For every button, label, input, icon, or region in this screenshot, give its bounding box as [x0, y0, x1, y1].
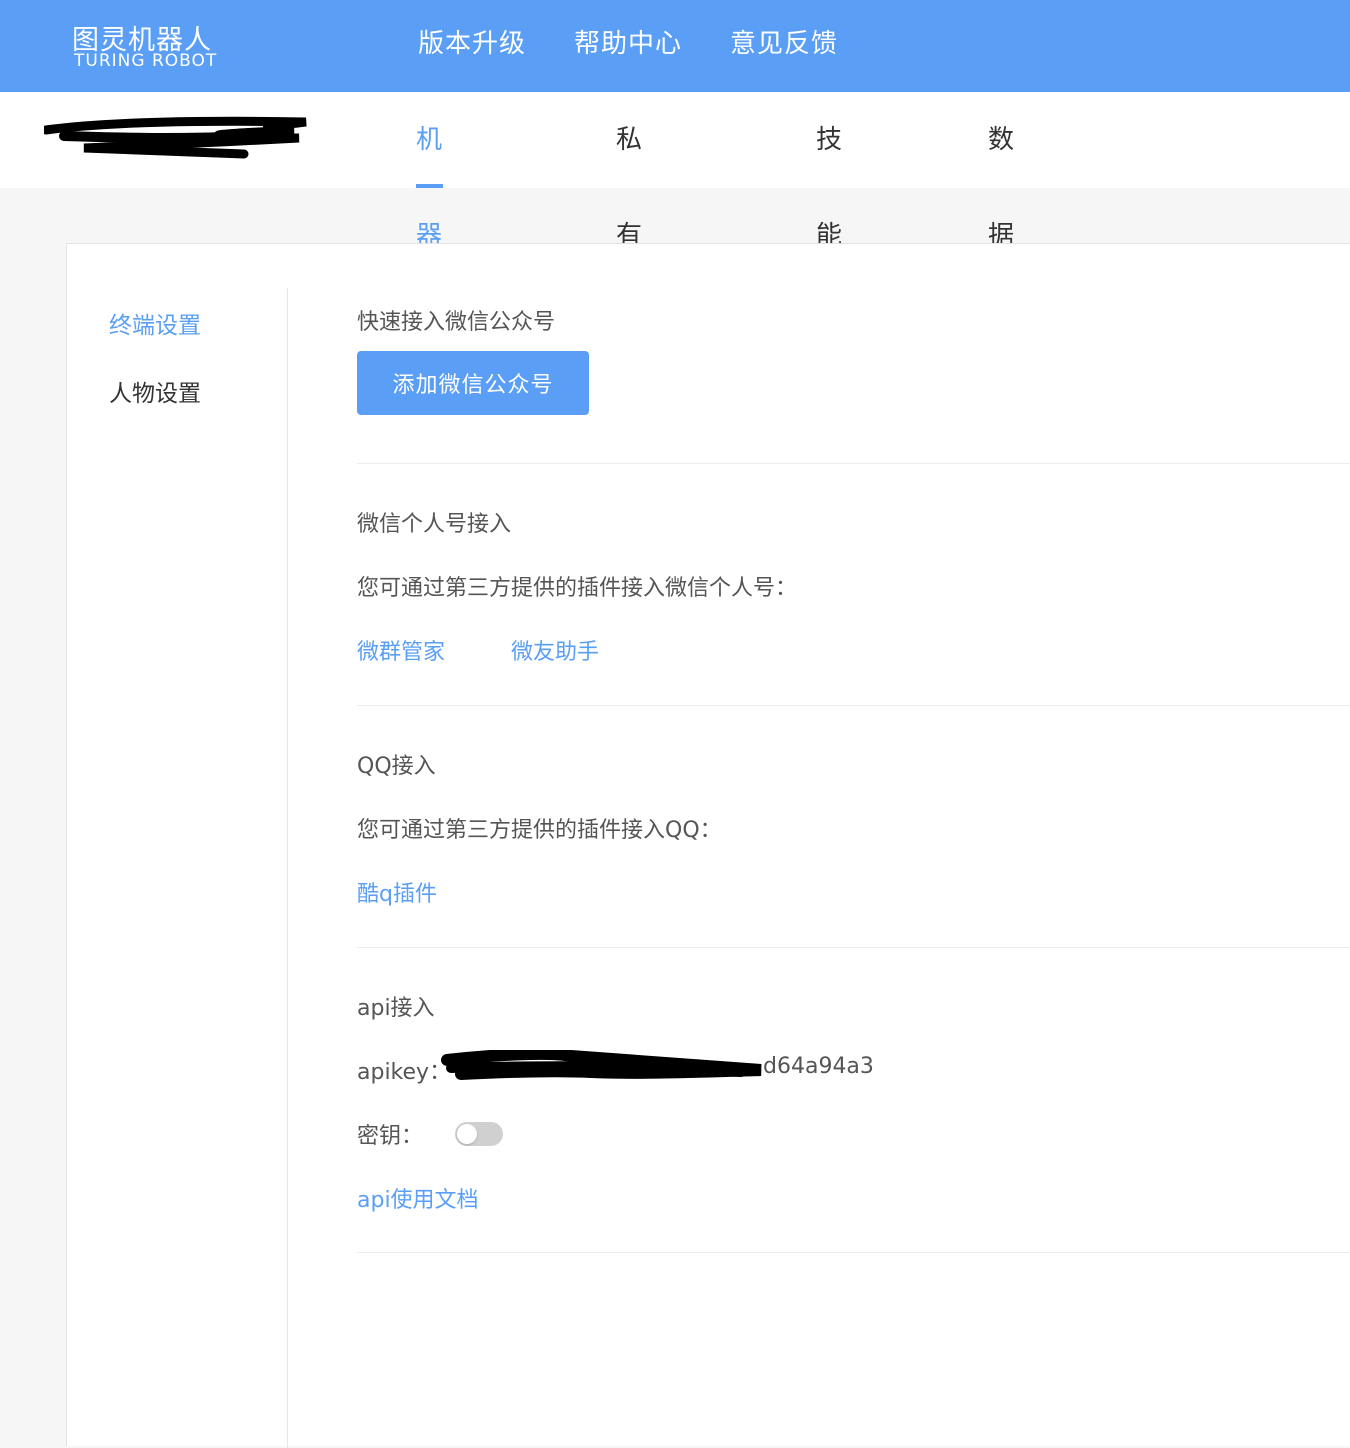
secret-label: 密钥：	[357, 1124, 424, 1149]
top-nav: 版本升级 帮助中心 意见反馈	[418, 26, 838, 62]
tab-private-corpus[interactable]: 私有语料库	[616, 92, 643, 539]
section-divider	[357, 463, 1350, 464]
nav-upgrade-link[interactable]: 版本升级	[418, 26, 526, 62]
sidebar-divider	[287, 288, 288, 1448]
settings-panel: 终端设置 人物设置 快速接入微信公众号 添加微信公众号 微信个人号接入 您可通过…	[66, 243, 1350, 1448]
weiyou-zhushou-link[interactable]: 微友助手	[511, 634, 599, 666]
redacted-apikey	[441, 1050, 762, 1080]
redacted-robot-name	[44, 116, 307, 159]
api-title: api接入	[357, 996, 435, 1021]
apikey-label: apikey：	[357, 1060, 452, 1085]
tab-robot-settings[interactable]: 机器人设置	[416, 92, 444, 539]
top-header: 图灵机器人 TURING ROBOT 版本升级 帮助中心 意见反馈	[0, 0, 1350, 92]
add-wechat-official-button[interactable]: 添加微信公众号	[357, 351, 589, 415]
section-divider	[357, 705, 1350, 706]
tab-skill-extension[interactable]: 技能拓展	[816, 92, 843, 443]
qq-title: QQ接入	[357, 754, 436, 779]
sidebar-item-terminal-settings[interactable]: 终端设置	[109, 306, 201, 340]
section-divider	[357, 947, 1350, 948]
settings-sidebar: 终端设置 人物设置	[67, 244, 288, 1448]
nav-feedback-link[interactable]: 意见反馈	[730, 26, 838, 62]
sidebar-item-persona-settings[interactable]: 人物设置	[109, 374, 201, 408]
tab-data-center[interactable]: 数据中心	[988, 92, 1015, 443]
qq-desc: 您可通过第三方提供的插件接入QQ：	[357, 818, 722, 843]
toggle-knob	[457, 1124, 477, 1144]
weiqun-guanjia-link[interactable]: 微群管家	[357, 634, 445, 666]
logo-text-en: TURING ROBOT	[74, 51, 218, 71]
wechat-personal-title: 微信个人号接入	[357, 512, 512, 537]
nav-help-link[interactable]: 帮助中心	[574, 26, 682, 62]
secret-toggle[interactable]	[455, 1122, 503, 1146]
section-divider	[357, 1252, 1350, 1253]
wechat-personal-desc: 您可通过第三方提供的插件接入微信个人号：	[357, 576, 798, 601]
api-docs-link[interactable]: api使用文档	[357, 1182, 479, 1214]
wechat-official-title: 快速接入微信公众号	[357, 310, 556, 335]
turing-robot-logo[interactable]: 图灵机器人 TURING ROBOT	[72, 18, 232, 74]
apikey-visible-suffix: d64a94a3	[763, 1054, 874, 1079]
coolq-plugin-link[interactable]: 酷q插件	[357, 876, 437, 908]
